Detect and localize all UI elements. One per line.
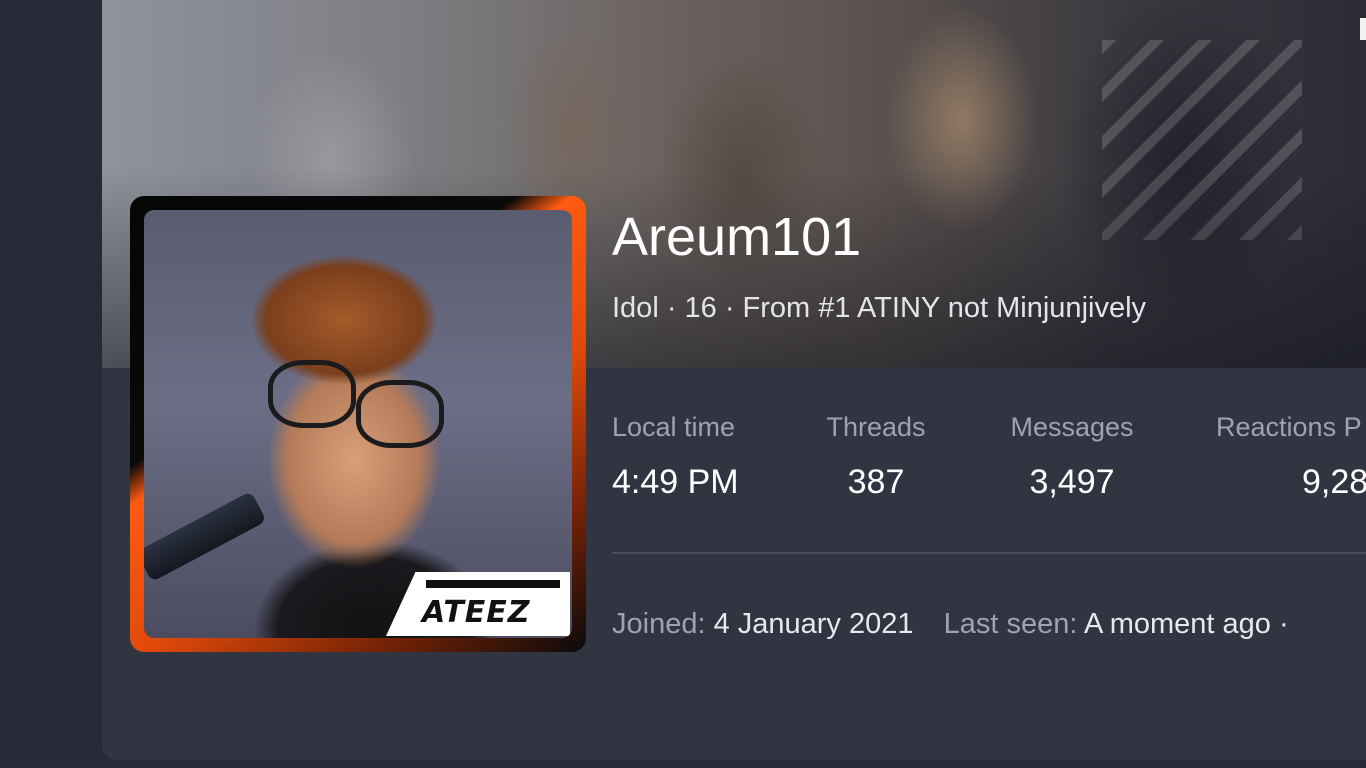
stat-value: 9,28 — [1302, 463, 1366, 501]
stat-value: 3,497 — [1029, 463, 1115, 501]
stats-divider — [612, 552, 1366, 554]
avatar-microphone — [144, 490, 267, 583]
stat-value: 387 — [847, 463, 905, 501]
profile-username[interactable]: Areum101 — [612, 206, 861, 268]
stat-reactions[interactable]: Reactions P 9,28 — [1216, 412, 1366, 502]
joined-value: 4 January 2021 — [713, 608, 914, 640]
avatar-frame[interactable]: ATEEZ — [130, 196, 586, 652]
avatar[interactable]: ATEEZ — [144, 210, 572, 638]
avatar-logo-text: ATEEZ — [422, 595, 531, 630]
stat-label: Messages — [1010, 412, 1134, 442]
stat-value: 4:49 PM — [612, 463, 739, 501]
avatar-glasses-right — [356, 380, 444, 448]
last-seen-label: Last seen: — [943, 608, 1078, 640]
stat-label: Reactions P — [1216, 412, 1362, 442]
stat-threads[interactable]: Threads 387 — [816, 412, 936, 502]
last-seen-value: A moment ago · — [1083, 608, 1289, 640]
stat-label: Threads — [826, 412, 926, 442]
stat-local-time: Local time 4:49 PM — [612, 412, 749, 502]
joined-label: Joined: — [612, 608, 706, 640]
banner-edge-button[interactable] — [1360, 18, 1366, 40]
stat-messages[interactable]: Messages 3,497 — [1000, 412, 1144, 502]
profile-subtitle: Idol · 16 · From #1 ATINY not Minjunjive… — [612, 292, 1147, 324]
stat-label: Local time — [612, 412, 736, 442]
avatar-glasses-left — [268, 360, 356, 428]
profile-meta: Joined: 4 January 2021 Last seen: A mome… — [612, 608, 1289, 641]
banner-jacket-stripes — [1102, 40, 1302, 240]
avatar-logo: ATEEZ — [386, 572, 570, 636]
